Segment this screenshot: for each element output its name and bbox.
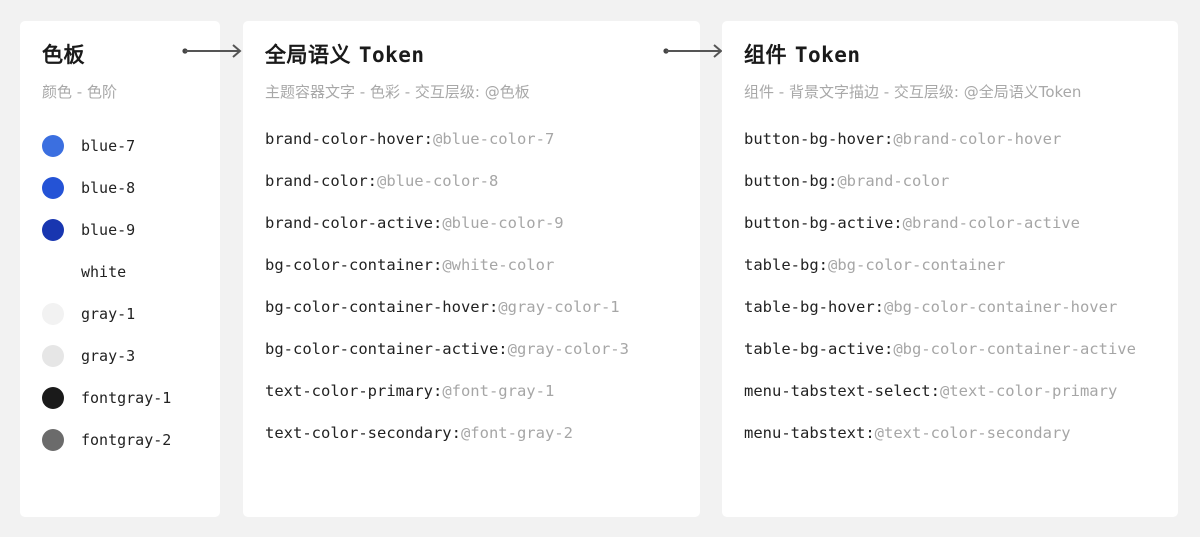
token-item: menu-tabstext:@text-color-secondary — [744, 419, 1168, 461]
global-token-title-cn: 全局语义 — [265, 43, 351, 67]
global-token-list: brand-color-hover:@blue-color-7 brand-col… — [265, 125, 690, 461]
token-key: brand-color-active: — [265, 214, 443, 232]
swatch-label: gray-3 — [81, 347, 136, 365]
component-token-title-cn: 组件 — [744, 43, 787, 67]
global-token-subtitle: 主题容器文字 - 色彩 - 交互层级: @色板 — [265, 83, 530, 101]
token-reference: @blue-color-7 — [432, 130, 555, 148]
token-reference: @font-gray-1 — [442, 382, 555, 400]
swatch-label: fontgray-2 — [81, 431, 172, 449]
token-key: bg-color-container-hover: — [265, 298, 499, 316]
palette-subtitle: 颜色 - 色阶 — [42, 83, 117, 101]
token-item: text-color-secondary:@font-gray-2 — [265, 419, 690, 461]
token-reference: @gray-color-3 — [507, 340, 629, 358]
swatch-item: fontgray-1 — [42, 377, 210, 419]
token-item: button-bg:@brand-color — [744, 167, 1168, 209]
token-item: table-bg-hover:@bg-color-container-hover — [744, 293, 1168, 335]
token-reference: @bg-color-container-hover — [883, 298, 1118, 316]
token-reference: @text-color-secondary — [874, 424, 1071, 442]
color-swatch-dot — [42, 135, 64, 157]
swatch-list: blue-7 blue-8 blue-9 white gray-1 gray-3 fontg… — [42, 125, 210, 461]
token-item: text-color-primary:@font-gray-1 — [265, 377, 690, 419]
token-key: bg-color-container: — [265, 256, 443, 274]
token-key: button-bg: — [744, 172, 838, 190]
color-swatch-dot — [42, 177, 64, 199]
global-token-card: 全局语义 Token 主题容器文字 - 色彩 - 交互层级: @色板 brand… — [243, 21, 700, 517]
swatch-label: blue-9 — [81, 221, 136, 239]
swatch-item: gray-1 — [42, 293, 210, 335]
color-swatch-dot — [42, 219, 64, 241]
token-item: table-bg-active:@bg-color-container-acti… — [744, 335, 1168, 377]
token-item: button-bg-hover:@brand-color-hover — [744, 125, 1168, 167]
token-reference: @blue-color-8 — [376, 172, 499, 190]
swatch-item: blue-9 — [42, 209, 210, 251]
token-key: menu-tabstext-select: — [744, 382, 940, 400]
token-key: table-bg: — [744, 256, 828, 274]
color-swatch-dot — [42, 345, 64, 367]
token-key: text-color-secondary: — [265, 424, 461, 442]
component-token-subtitle: 组件 - 背景文字描边 - 交互层级: @全局语义Token — [744, 83, 1082, 101]
component-token-title: 组件 Token — [744, 39, 861, 69]
color-swatch-dot — [42, 429, 64, 451]
token-reference: @blue-color-9 — [442, 214, 564, 232]
component-token-list: button-bg-hover:@brand-color-hover button… — [744, 125, 1168, 461]
token-item: bg-color-container-hover:@gray-color-1 — [265, 293, 690, 335]
palette-card: 色板 颜色 - 色阶 blue-7 blue-8 blue-9 white gray-1… — [20, 21, 220, 517]
token-key: button-bg-hover: — [744, 130, 894, 148]
token-key: button-bg-active: — [744, 214, 903, 232]
swatch-item: gray-3 — [42, 335, 210, 377]
swatch-label: fontgray-1 — [81, 389, 172, 407]
swatch-label: blue-7 — [81, 137, 136, 155]
component-token-card: 组件 Token 组件 - 背景文字描边 - 交互层级: @全局语义Token … — [722, 21, 1178, 517]
swatch-item: white — [42, 251, 210, 293]
token-key: brand-color-hover: — [265, 130, 433, 148]
token-reference: @gray-color-1 — [498, 298, 620, 316]
global-token-title-en: Token — [358, 43, 425, 67]
token-item: brand-color-hover:@blue-color-7 — [265, 125, 690, 167]
token-reference: @brand-color-active — [902, 214, 1080, 232]
swatch-item: fontgray-2 — [42, 419, 210, 461]
token-item: brand-color-active:@blue-color-9 — [265, 209, 690, 251]
token-key: menu-tabstext: — [744, 424, 875, 442]
arrow-icon — [182, 44, 242, 58]
token-key: brand-color: — [265, 172, 377, 190]
global-token-title: 全局语义 Token — [265, 39, 425, 69]
token-item: menu-tabstext-select:@text-color-primary — [744, 377, 1168, 419]
color-swatch-dot — [42, 303, 64, 325]
color-swatch-dot — [42, 387, 64, 409]
token-reference: @white-color — [442, 256, 555, 274]
palette-title: 色板 — [42, 43, 85, 67]
swatch-label: gray-1 — [81, 305, 136, 323]
swatch-label: blue-8 — [81, 179, 136, 197]
token-key: bg-color-container-active: — [265, 340, 508, 358]
token-item: button-bg-active:@brand-color-active — [744, 209, 1168, 251]
arrow-icon — [663, 44, 723, 58]
token-item: brand-color:@blue-color-8 — [265, 167, 690, 209]
token-key: table-bg-hover: — [744, 298, 884, 316]
token-reference: @brand-color — [837, 172, 950, 190]
swatch-item: blue-8 — [42, 167, 210, 209]
swatch-label: white — [81, 263, 127, 281]
token-reference: @bg-color-container-active — [893, 340, 1136, 358]
color-swatch-dot — [42, 261, 64, 283]
token-reference: @brand-color-hover — [893, 130, 1062, 148]
token-item: bg-color-container:@white-color — [265, 251, 690, 293]
token-item: table-bg:@bg-color-container — [744, 251, 1168, 293]
token-key: table-bg-active: — [744, 340, 894, 358]
token-reference: @font-gray-2 — [460, 424, 573, 442]
component-token-title-en: Token — [794, 43, 861, 67]
token-key: text-color-primary: — [265, 382, 443, 400]
token-item: bg-color-container-active:@gray-color-3 — [265, 335, 690, 377]
swatch-item: blue-7 — [42, 125, 210, 167]
token-reference: @bg-color-container — [828, 256, 1006, 274]
token-reference: @text-color-primary — [939, 382, 1118, 400]
